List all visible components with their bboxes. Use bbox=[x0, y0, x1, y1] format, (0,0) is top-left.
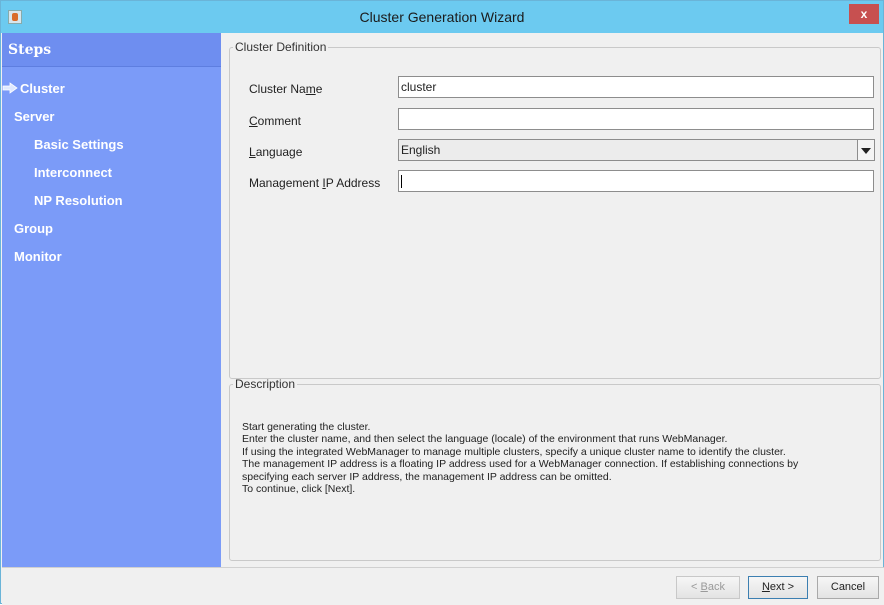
comment-input[interactable] bbox=[398, 108, 874, 130]
step-np-resolution: NP Resolution bbox=[34, 193, 123, 208]
cluster-definition-group: Cluster Definition Cluster Name cluster … bbox=[229, 40, 881, 379]
content-area: Cluster Definition Cluster Name cluster … bbox=[222, 33, 883, 567]
management-ip-input[interactable] bbox=[398, 170, 874, 192]
language-selected-value: English bbox=[401, 143, 441, 157]
step-monitor: Monitor bbox=[14, 249, 62, 264]
button-bar: < Back Next > Cancel bbox=[2, 567, 884, 605]
title-bar[interactable]: Cluster Generation Wizard x bbox=[1, 1, 883, 33]
step-group: Group bbox=[14, 221, 53, 236]
language-label: Language bbox=[249, 145, 303, 159]
description-text: Start generating the cluster. Enter the … bbox=[242, 421, 872, 495]
step-basic-settings: Basic Settings bbox=[34, 137, 124, 152]
steps-header: Steps bbox=[2, 33, 221, 67]
cluster-definition-legend: Cluster Definition bbox=[235, 40, 327, 54]
step-server: Server bbox=[14, 109, 55, 124]
description-line: To continue, click [Next]. bbox=[242, 483, 356, 496]
description-legend: Description bbox=[235, 377, 296, 391]
step-interconnect: Interconnect bbox=[34, 165, 113, 180]
wizard-window: Cluster Generation Wizard x Steps Cluste… bbox=[0, 0, 884, 605]
next-button[interactable]: Next > bbox=[748, 576, 808, 599]
dropdown-arrow-icon[interactable] bbox=[857, 140, 874, 160]
close-button[interactable]: x bbox=[849, 4, 879, 24]
back-button[interactable]: < Back bbox=[676, 576, 740, 599]
description-line: Start generating the cluster. bbox=[242, 421, 371, 433]
description-line: If using the integrated WebManager to ma… bbox=[242, 445, 786, 458]
text-caret bbox=[401, 175, 402, 188]
cancel-button[interactable]: Cancel bbox=[817, 576, 879, 599]
cluster-name-label: Cluster Name bbox=[249, 82, 323, 96]
management-ip-label: Management IP Address bbox=[249, 176, 381, 190]
window-title: Cluster Generation Wizard bbox=[359, 9, 525, 25]
cluster-name-input[interactable]: cluster bbox=[398, 76, 874, 98]
description-line: The management IP address is a floating … bbox=[242, 458, 799, 471]
step-cluster: Cluster bbox=[20, 81, 65, 96]
steps-panel: Steps Cluster Server Basic Settings Inte… bbox=[2, 33, 221, 567]
steps-title: Steps bbox=[8, 42, 52, 58]
current-step-arrow-icon bbox=[2, 82, 18, 94]
comment-label: Comment bbox=[249, 114, 302, 128]
description-line: Enter the cluster name, and then select … bbox=[242, 433, 728, 446]
description-line: specifying each server IP address, the m… bbox=[242, 470, 612, 483]
description-group: Description Start generating the cluster… bbox=[229, 377, 881, 561]
language-select[interactable]: English bbox=[398, 139, 875, 161]
